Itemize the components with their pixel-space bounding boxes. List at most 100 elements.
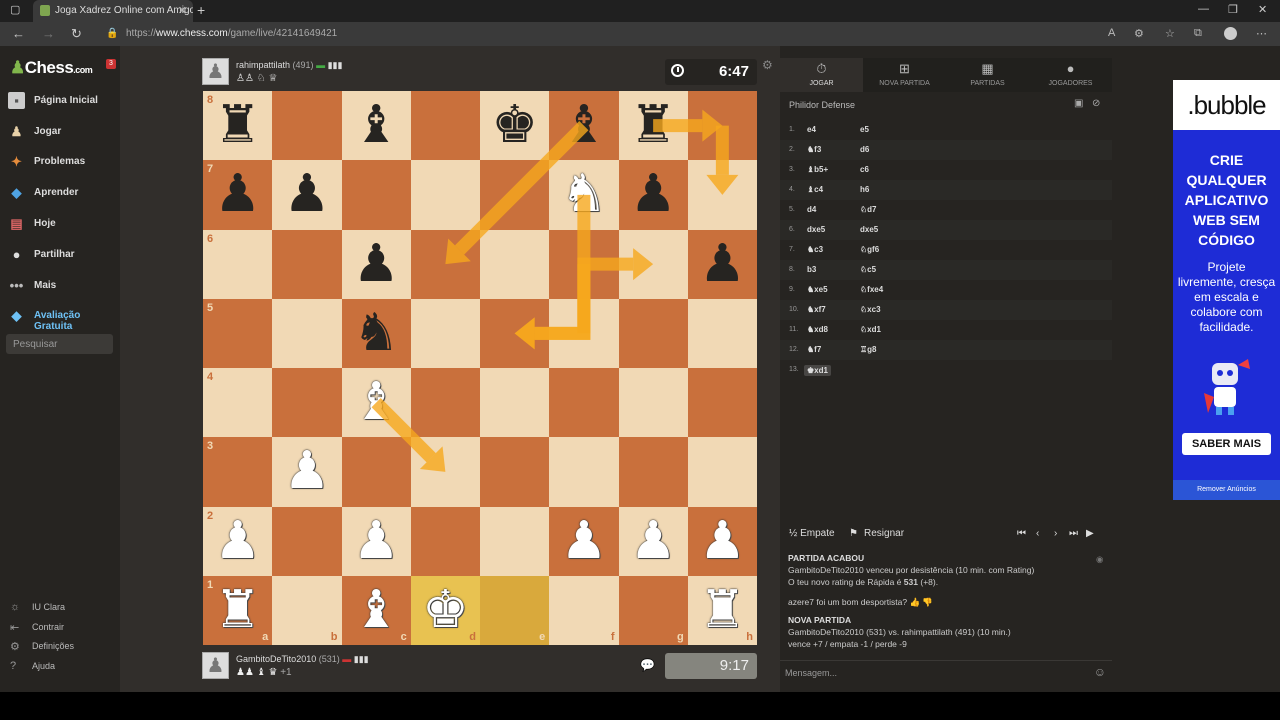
- piece-c2[interactable]: ♟: [342, 507, 411, 576]
- square-g5[interactable]: [618, 298, 688, 368]
- square-g3[interactable]: [618, 437, 688, 507]
- avatar[interactable]: ♟: [202, 58, 229, 85]
- square-f6[interactable]: [549, 229, 619, 299]
- tab-players[interactable]: ● JOGADORES: [1029, 58, 1112, 92]
- black-move[interactable]: ♘d7: [860, 205, 877, 214]
- square-h3[interactable]: [687, 437, 757, 507]
- browser-menu-icon[interactable]: ⋯: [1256, 27, 1267, 40]
- eye-icon[interactable]: ◉: [1096, 554, 1103, 565]
- settings-link[interactable]: ⚙ Definições: [10, 641, 74, 655]
- sidebar-item-play[interactable]: ♟ Jogar: [8, 121, 120, 143]
- collapse-button[interactable]: ⇤ Contrair: [10, 622, 64, 636]
- sidebar-item-more[interactable]: ••• Mais: [8, 275, 120, 297]
- tab-play[interactable]: ⏱ JOGAR: [780, 58, 863, 92]
- piece-c6[interactable]: ♟: [342, 230, 411, 299]
- white-move[interactable]: ♞f3: [807, 145, 821, 154]
- square-a3[interactable]: 3: [203, 437, 273, 507]
- maximize-icon[interactable]: ❐: [1228, 3, 1238, 16]
- play-icon[interactable]: ▶: [1086, 528, 1094, 539]
- next-move-icon[interactable]: ›: [1054, 528, 1057, 539]
- white-move[interactable]: ♞xd8: [807, 325, 828, 334]
- piece-d1[interactable]: ♚: [411, 576, 480, 645]
- piece-g2[interactable]: ♟: [619, 507, 688, 576]
- piece-g8[interactable]: ♜: [619, 91, 688, 160]
- black-move[interactable]: h6: [860, 185, 869, 194]
- piece-a2[interactable]: ♟: [203, 507, 272, 576]
- resign-button[interactable]: Resignar: [864, 528, 904, 539]
- new-tab-icon[interactable]: +: [197, 2, 205, 18]
- white-move[interactable]: dxe5: [807, 225, 825, 234]
- sidebar-item-social[interactable]: ● Partilhar: [8, 244, 120, 266]
- square-f3[interactable]: [549, 437, 619, 507]
- square-e7[interactable]: [480, 160, 550, 230]
- first-move-icon[interactable]: ⏮: [1017, 528, 1026, 539]
- square-d5[interactable]: [410, 298, 480, 368]
- black-move[interactable]: ♘gf6: [860, 245, 879, 254]
- square-e5[interactable]: [480, 298, 550, 368]
- white-move[interactable]: e4: [807, 125, 816, 134]
- white-move[interactable]: ♞xe5: [807, 285, 828, 294]
- square-c3[interactable]: [341, 437, 411, 507]
- square-d6[interactable]: [410, 229, 480, 299]
- remove-ads-link[interactable]: Remover Anúncios: [1173, 480, 1280, 500]
- square-b4[interactable]: [272, 368, 342, 438]
- thumbs-up-icon[interactable]: 👍: [909, 597, 920, 607]
- square-b2[interactable]: [272, 506, 342, 576]
- black-move[interactable]: ♘xc3: [860, 305, 881, 314]
- sidebar-item-free-trial[interactable]: ◆ Avaliação Gratuita: [8, 305, 120, 332]
- book-icon[interactable]: ▣: [1074, 98, 1083, 109]
- square-f5[interactable]: [549, 298, 619, 368]
- lock-icon[interactable]: 🔒: [106, 28, 118, 39]
- square-d3[interactable]: [410, 437, 480, 507]
- sidebar-item-puzzles[interactable]: ✦ Problemas: [8, 151, 120, 173]
- square-b1[interactable]: b: [272, 575, 342, 645]
- piece-e8[interactable]: ♚: [480, 91, 549, 160]
- piece-a1[interactable]: ♜: [203, 576, 272, 645]
- back-icon[interactable]: ←: [12, 26, 25, 41]
- piece-a8[interactable]: ♜: [203, 91, 272, 160]
- piece-f8[interactable]: ♝: [549, 91, 618, 160]
- piece-c5[interactable]: ♞: [342, 299, 411, 368]
- thumbs-down-icon[interactable]: 👎: [922, 597, 933, 607]
- piece-b7[interactable]: ♟: [272, 160, 341, 229]
- piece-c8[interactable]: ♝: [342, 91, 411, 160]
- square-e2[interactable]: [480, 506, 550, 576]
- black-move[interactable]: c6: [860, 165, 869, 174]
- square-g6[interactable]: [618, 229, 688, 299]
- reload-icon[interactable]: ↻: [71, 26, 82, 42]
- help-link[interactable]: ? Ajuda: [10, 660, 55, 675]
- black-move[interactable]: ♘xd1: [860, 325, 881, 334]
- piece-h6[interactable]: ♟: [688, 230, 757, 299]
- close-window-icon[interactable]: ✕: [1258, 3, 1267, 16]
- minimize-icon[interactable]: —: [1198, 3, 1209, 15]
- black-move[interactable]: d6: [860, 145, 869, 154]
- search-input[interactable]: Pesquisar: [6, 334, 113, 354]
- piece-f2[interactable]: ♟: [549, 507, 618, 576]
- white-move[interactable]: ♞xf7: [807, 305, 826, 314]
- chat-icon[interactable]: 💬: [640, 658, 655, 672]
- forward-icon[interactable]: →: [42, 26, 55, 41]
- browser-tab[interactable]: Joga Xadrez Online com Amigos ✕: [33, 0, 193, 22]
- black-move[interactable]: ♘fxe4: [860, 285, 883, 294]
- site-permissions-icon[interactable]: ⚙: [1134, 27, 1144, 40]
- white-move[interactable]: b3: [807, 265, 816, 274]
- favorite-icon[interactable]: ☆: [1165, 27, 1175, 40]
- piece-c1[interactable]: ♝: [342, 576, 411, 645]
- board-settings-icon[interactable]: ⚙: [762, 58, 773, 72]
- close-tab-icon[interactable]: ✕: [178, 4, 187, 17]
- last-move-icon[interactable]: ⏭: [1069, 528, 1078, 539]
- white-move[interactable]: ♞c3: [807, 245, 823, 254]
- piece-c4[interactable]: ♝: [342, 368, 411, 437]
- black-move[interactable]: e5: [860, 125, 869, 134]
- emoji-icon[interactable]: ☺: [1094, 665, 1106, 679]
- piece-h2[interactable]: ♟: [688, 507, 757, 576]
- square-h4[interactable]: [687, 368, 757, 438]
- square-d2[interactable]: [410, 506, 480, 576]
- bottom-player-name[interactable]: GambitoDeTito2010 (531) ▬ ▮▮▮: [236, 654, 369, 665]
- square-d4[interactable]: [410, 368, 480, 438]
- square-e1[interactable]: e: [480, 575, 550, 645]
- piece-b3[interactable]: ♟: [272, 437, 341, 506]
- square-h7[interactable]: [687, 160, 757, 230]
- avatar[interactable]: ♟: [202, 652, 229, 679]
- tab-games[interactable]: ▦ PARTIDAS: [946, 58, 1029, 92]
